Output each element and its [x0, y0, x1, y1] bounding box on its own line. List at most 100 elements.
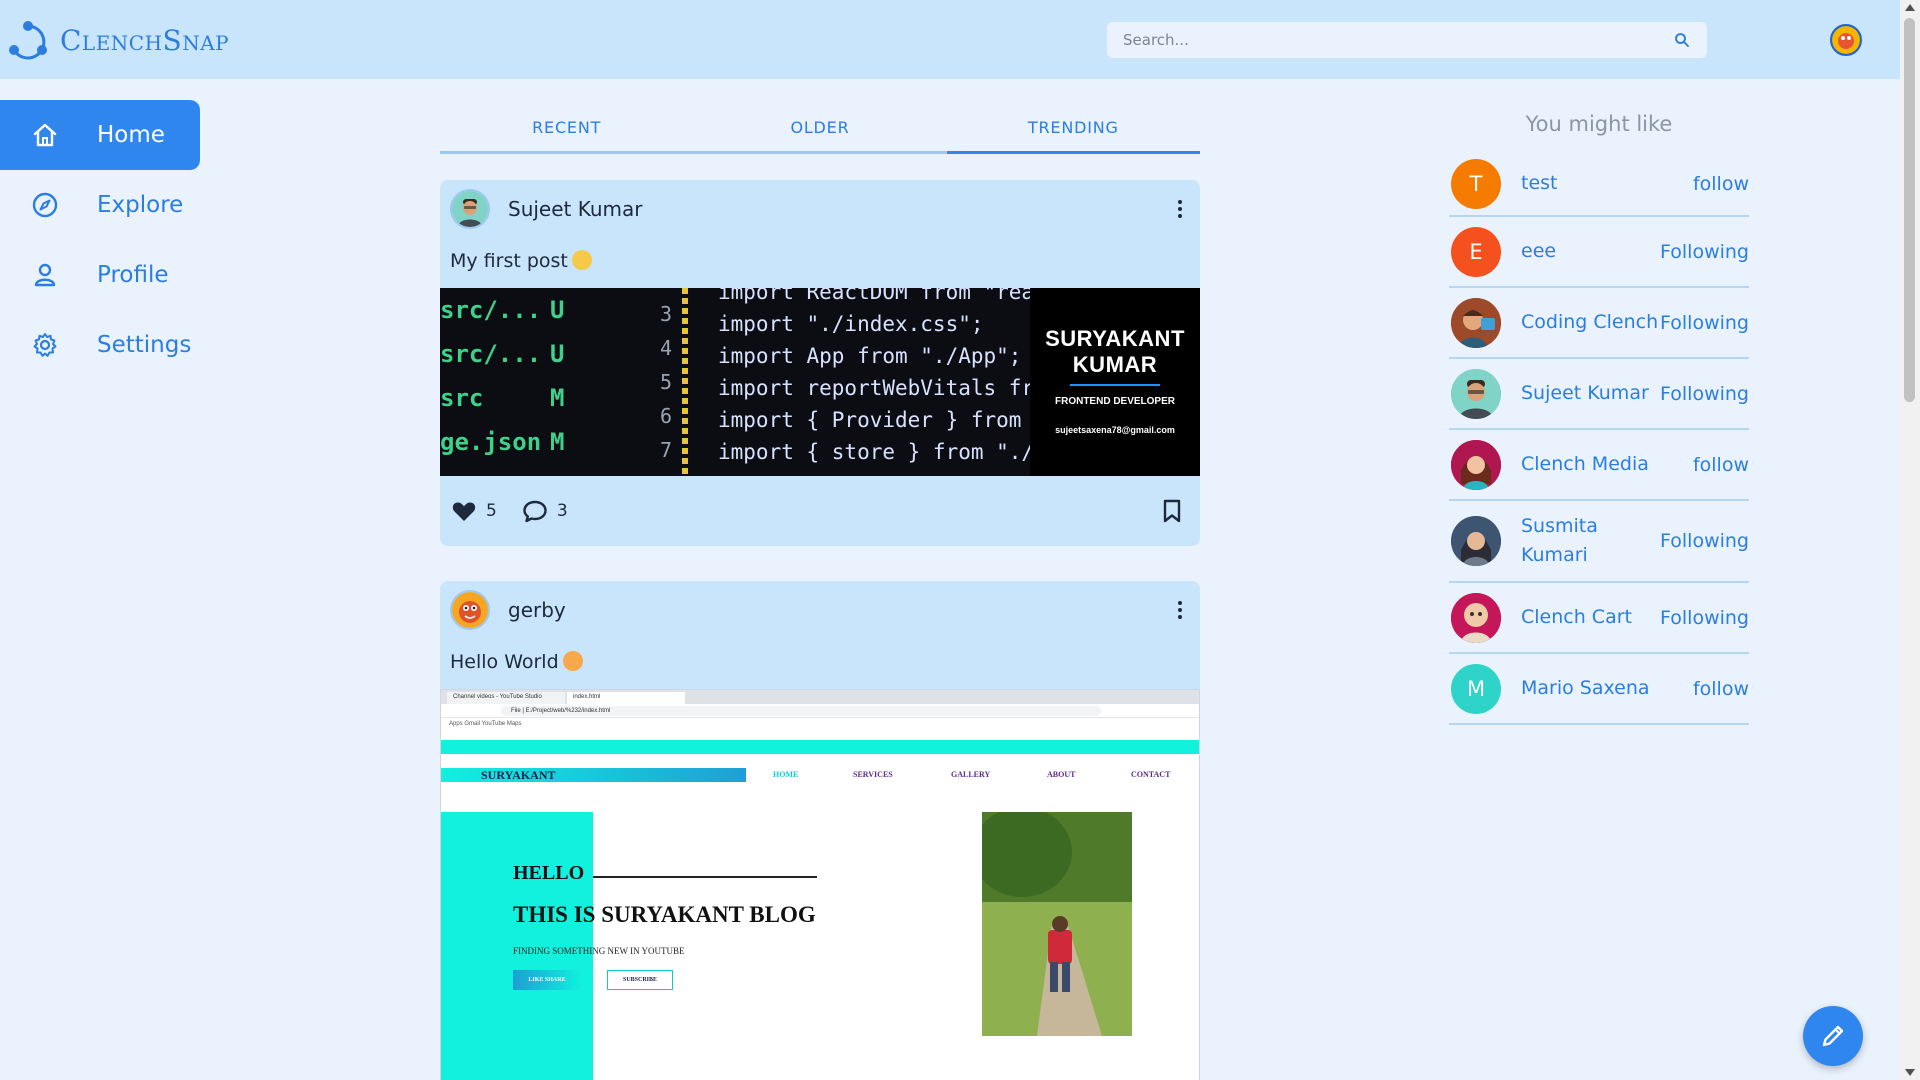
site-like-share-button: LIKE SHARE	[513, 970, 581, 990]
browser-tab: index.html	[567, 692, 685, 704]
search-icon[interactable]	[1673, 31, 1691, 49]
avatar-image	[1451, 592, 1501, 643]
post-actions: 5 3	[440, 476, 1200, 546]
post-image[interactable]: Channel videos - YouTube Studio index.ht…	[440, 689, 1200, 1080]
search-input[interactable]	[1123, 31, 1673, 49]
sidebar-item-label: Home	[97, 122, 165, 148]
following-button[interactable]: Following	[1660, 383, 1749, 405]
post-caption: My first post	[450, 250, 568, 272]
suggestion-avatar[interactable]: T	[1451, 158, 1501, 209]
site-subscribe-button: SUBSCRIBE	[607, 970, 673, 990]
suggestion-item: Sujeet Kumar Following	[1449, 359, 1749, 430]
post-menu-button[interactable]	[1178, 601, 1182, 619]
sidebar-item-explore[interactable]: Explore	[0, 170, 200, 240]
suggestion-item: E eee Following	[1449, 217, 1749, 288]
tab-trending[interactable]: TRENDING	[946, 110, 1201, 154]
post-author-avatar[interactable]	[450, 590, 490, 630]
suggestion-avatar[interactable]	[1451, 297, 1501, 348]
post-author-name[interactable]: Sujeet Kumar	[508, 197, 643, 221]
suggestion-avatar[interactable]	[1451, 439, 1501, 490]
code-line: import App from "./App";	[718, 344, 1022, 368]
smile-emoji-icon	[571, 250, 592, 270]
suggestion-name[interactable]: Coding Clench	[1521, 308, 1660, 337]
child-walking-photo	[982, 812, 1132, 1036]
sidebar-item-settings[interactable]: Settings	[0, 310, 200, 380]
suggestion-avatar[interactable]	[1451, 592, 1501, 643]
suggestion-avatar[interactable]: E	[1451, 226, 1501, 277]
tab-older[interactable]: OLDER	[693, 110, 946, 151]
suggestion-avatar[interactable]	[1451, 368, 1501, 419]
scrollbar[interactable]	[1900, 0, 1920, 1080]
site-top-bar	[441, 740, 1199, 754]
suggestion-name[interactable]: Clench Media	[1521, 450, 1693, 479]
app-name: ClenchSnap	[60, 23, 230, 57]
post-header: gerby	[440, 581, 1200, 639]
compass-icon	[32, 192, 58, 218]
post-menu-button[interactable]	[1178, 200, 1182, 218]
scroll-thumb[interactable]	[1904, 18, 1915, 402]
suggestions-title: You might like	[1525, 112, 1673, 136]
post-image[interactable]: src/... U src/... U src M ge.json M 3 4 5 6 …	[440, 288, 1200, 476]
code-line-number: 5	[660, 370, 673, 394]
browser-bookmarks: Apps Gmail YouTube Maps	[449, 721, 522, 727]
code-file-row: src/... U	[440, 340, 564, 368]
site-hello: HELLO	[513, 862, 585, 884]
following-button[interactable]: Following	[1621, 530, 1749, 552]
post-author-avatar[interactable]	[450, 189, 490, 229]
suggestion-name[interactable]: Sujeet Kumar	[1521, 379, 1660, 408]
site-brand: SURYAKANT	[441, 768, 746, 782]
suggestion-avatar[interactable]: M	[1451, 663, 1501, 714]
code-file-row: src/... U	[440, 296, 564, 324]
scroll-down-arrow[interactable]	[1905, 1069, 1915, 1076]
app-logo[interactable]: ClenchSnap	[6, 20, 229, 60]
code-line-number: 3	[660, 302, 673, 326]
tab-recent[interactable]: RECENT	[440, 110, 693, 151]
following-button[interactable]: Following	[1660, 312, 1749, 334]
sidebar-item-profile[interactable]: Profile	[0, 240, 200, 310]
post-card: Sujeet Kumar My first post src/... U src/…	[440, 180, 1200, 546]
scroll-up-arrow[interactable]	[1905, 4, 1915, 11]
following-button[interactable]: Following	[1660, 607, 1749, 629]
bookmark-icon[interactable]	[1160, 497, 1184, 525]
code-file-list: src/... U src/... U src M ge.json M	[440, 288, 670, 476]
site-nav-link: GALLERY	[951, 770, 991, 779]
suggestion-name[interactable]: eee	[1521, 237, 1660, 266]
browser-tab: Channel videos - YouTube Studio	[447, 692, 565, 704]
sidebar-item-label: Settings	[97, 332, 192, 358]
create-post-button[interactable]	[1803, 1006, 1863, 1066]
feed-tabs: RECENT OLDER TRENDING	[440, 110, 1201, 154]
heart-icon[interactable]	[450, 497, 478, 525]
follow-button[interactable]: follow	[1693, 173, 1749, 195]
search-bar[interactable]	[1107, 22, 1707, 58]
follow-button[interactable]: follow	[1693, 454, 1749, 476]
sidebar-item-label: Explore	[97, 192, 184, 218]
code-line-number: 4	[660, 336, 673, 360]
suggestion-name[interactable]: test	[1521, 169, 1693, 198]
post-text: Hello World	[440, 639, 1200, 689]
like-count: 5	[486, 501, 497, 521]
home-icon	[33, 123, 57, 147]
code-line-number: 6	[660, 404, 673, 428]
site-nav-link: ABOUT	[1047, 770, 1076, 779]
surprised-emoji-icon	[562, 651, 583, 671]
suggestion-name[interactable]: Mario Saxena	[1521, 674, 1693, 703]
post-author-name[interactable]: gerby	[508, 598, 566, 622]
brand-divider	[1070, 384, 1160, 386]
follow-button[interactable]: follow	[1693, 678, 1749, 700]
code-file-name: src/...	[440, 296, 542, 324]
suggestion-avatar[interactable]	[1451, 516, 1501, 566]
gear-icon	[33, 333, 57, 357]
code-file-status: M	[550, 428, 565, 456]
post-header: Sujeet Kumar	[440, 180, 1200, 238]
user-avatar[interactable]	[1830, 24, 1862, 56]
code-file-row: src M	[440, 384, 564, 412]
suggestion-name[interactable]: Clench Cart	[1521, 603, 1660, 632]
suggestion-name[interactable]: Susmita Kumari	[1521, 512, 1621, 570]
sidebar-item-home[interactable]: Home	[0, 100, 200, 170]
following-button[interactable]: Following	[1660, 241, 1749, 263]
comment-icon[interactable]	[521, 497, 549, 525]
browser-url: File | E:/Project/web/%232/index.html	[501, 706, 1101, 716]
comment-count: 3	[556, 501, 568, 521]
code-file-status: U	[550, 340, 565, 368]
code-file-status: M	[550, 384, 565, 412]
